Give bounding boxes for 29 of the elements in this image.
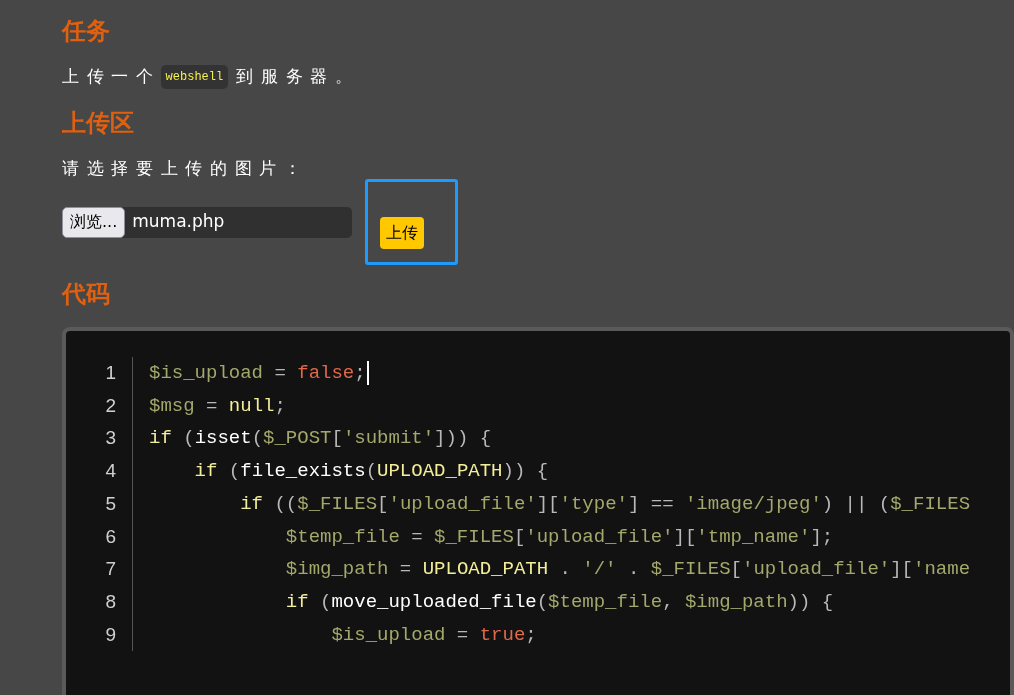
line-number: 3 (104, 426, 116, 451)
prompt-text: 请选择要上传的图片： (62, 156, 309, 180)
file-name: muma.php (132, 210, 225, 234)
line-number: 2 (104, 393, 116, 418)
code-line: if (($_FILES['upload_file']['type'] == 'image/jpeg') || ($_FILES (239, 491, 971, 517)
line-number: 6 (104, 524, 116, 549)
line-number: 1 (104, 361, 116, 386)
section-heading: 任务 (62, 16, 110, 47)
inline-code: webshell (160, 64, 229, 89)
line-number: 4 (104, 459, 116, 484)
line-number: 9 (104, 622, 116, 647)
code-line: $is_upload = true; (330, 622, 537, 648)
code-line: if (file_exists(UPLOAD_PATH)) { (193, 459, 549, 485)
line-number: 5 (104, 491, 116, 516)
browse-button[interactable]: 浏览... (62, 206, 126, 238)
code-line: if (isset($_POST['submit'])) { (149, 426, 492, 452)
code-line: $img_path = UPLOAD_PATH . '/' . $_FILES['upload_file']['name (284, 557, 971, 583)
file-input[interactable]: 浏览... muma.php (62, 206, 352, 238)
task-text: 到服务器。 (236, 65, 360, 88)
section-heading: 代码 (62, 279, 110, 310)
code-line: $temp_file = $_FILES['upload_file']['tmp_name']; (284, 524, 834, 550)
upload-button[interactable]: 上传 (380, 217, 424, 249)
code-line: if (move_uploaded_file($temp_file, $img_path)) { (284, 589, 834, 615)
code-line: $msg = null; (149, 393, 286, 419)
line-number: 7 (104, 557, 116, 582)
code-line: $is_upload = false; (149, 361, 366, 387)
task-text: 上传一个 (62, 65, 161, 88)
section-heading: 上传区 (62, 107, 134, 139)
line-number: 8 (104, 589, 116, 614)
